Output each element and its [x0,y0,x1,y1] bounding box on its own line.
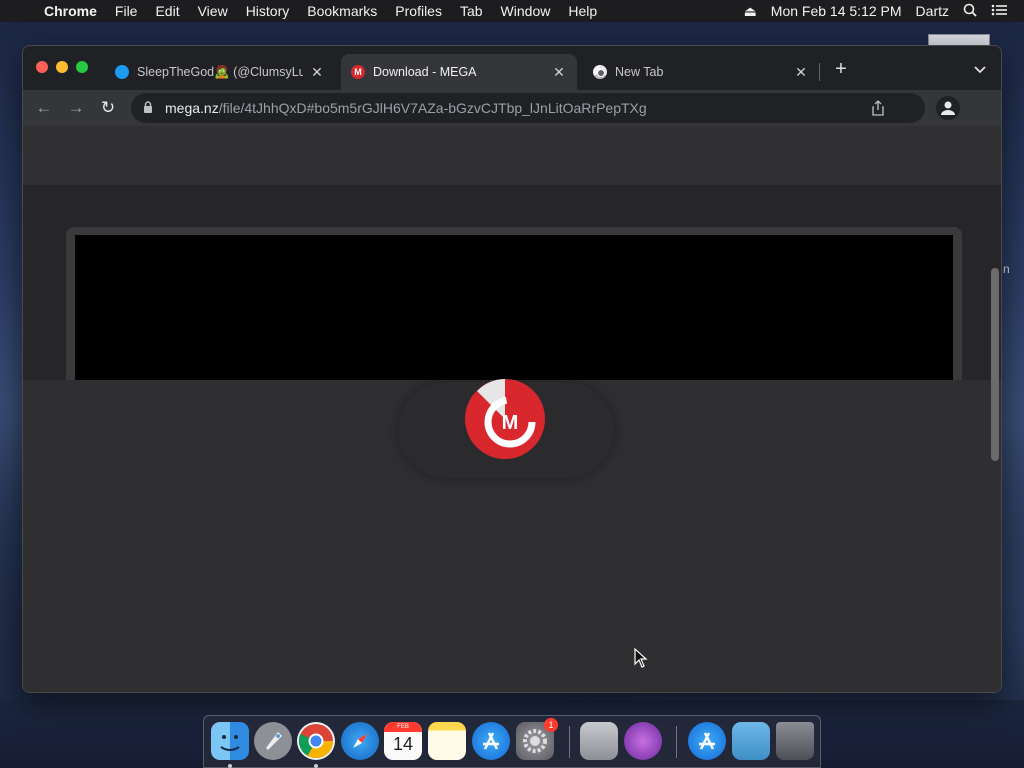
tab-search-chevron-icon[interactable] [971,60,989,78]
downloads-folder-icon[interactable] [732,722,770,760]
menu-view[interactable]: View [189,3,237,19]
calendar-month-label: FEB [397,724,409,730]
notification-badge: 1 [544,718,558,732]
menu-window[interactable]: Window [492,3,560,19]
instruments-icon[interactable] [624,722,662,760]
dock: FEB 14 1 [203,715,821,768]
menu-bar: Chrome File Edit View History Bookmarks … [0,0,1024,22]
mega-logo: M [464,378,546,460]
menu-tab[interactable]: Tab [451,3,492,19]
finder-icon[interactable] [211,722,249,760]
chrome-icon [593,65,607,79]
dock-separator [569,726,570,758]
tab-mega[interactable]: M Download - MEGA ✕ [341,54,577,90]
address-bar[interactable]: mega.nz/file/4tJhhQxD#bo5m5rGJlH6V7AZa-b… [131,93,925,123]
twitter-icon [115,65,129,79]
desktop-edge-label: n [1003,262,1010,276]
svg-text:M: M [502,412,519,434]
tab-close-icon[interactable]: ✕ [793,64,809,81]
tab-separator [819,63,820,81]
launchpad-icon[interactable] [254,722,292,760]
dock-separator [676,726,677,758]
menu-profiles[interactable]: Profiles [386,3,451,19]
disk-utility-icon[interactable] [580,722,618,760]
calendar-icon[interactable]: FEB 14 [384,722,422,760]
tab-close-icon[interactable]: ✕ [551,64,567,81]
tab-new-tab[interactable]: New Tab ✕ [583,54,819,90]
spotlight-search-icon[interactable] [956,3,984,20]
notes-icon[interactable] [428,722,466,760]
finder-running-indicator [228,764,232,768]
mega-icon: M [351,65,365,79]
menubar-user[interactable]: Dartz [909,3,956,19]
safari-icon[interactable] [341,722,379,760]
browser-toolbar: ← → ↻ mega.nz/file/4tJhhQxD#bo5m5rGJlH6V… [23,90,1001,126]
url-path: /file/4tJhhQxD#bo5m5rGJlH6V7AZa-bGzvCJTb… [218,100,647,116]
menu-help[interactable]: Help [559,3,606,19]
trash-icon[interactable] [776,722,814,760]
menubar-clock[interactable]: Mon Feb 14 5:12 PM [764,3,909,19]
url-host: mega.nz [165,100,219,116]
window-minimize-button[interactable] [56,61,68,73]
tab-strip: SleepTheGod🧟 (@ClumsyLulz ✕ M Download -… [23,46,1001,90]
web-page: M [23,126,1001,692]
menu-edit[interactable]: Edit [146,3,188,19]
profile-avatar-icon[interactable] [936,96,960,120]
app-store-icon[interactable] [472,722,510,760]
chrome-running-indicator [314,764,318,768]
tab-title: Download - MEGA [373,65,477,79]
file-preview-area[interactable] [75,235,953,381]
new-tab-button[interactable]: + [831,58,851,82]
tab-close-icon[interactable]: ✕ [309,64,325,81]
chrome-dock-icon[interactable] [297,722,335,760]
reload-icon[interactable]: ↻ [96,96,120,120]
menu-file[interactable]: File [106,3,147,19]
menu-history[interactable]: History [237,3,299,19]
mega-page-header [23,126,1001,185]
forward-arrow-icon[interactable]: → [64,96,88,120]
lock-icon[interactable] [143,100,155,116]
app-store-folder-icon[interactable] [688,722,726,760]
menu-app-name[interactable]: Chrome [40,3,106,19]
window-close-button[interactable] [36,61,48,73]
tab-twitter[interactable]: SleepTheGod🧟 (@ClumsyLulz ✕ [105,54,335,90]
calendar-day-label: 14 [392,734,414,754]
share-icon[interactable] [871,100,885,116]
page-scrollbar[interactable] [991,268,999,461]
back-arrow-icon[interactable]: ← [32,96,56,120]
control-center-icon[interactable] [984,3,1014,19]
tab-title: SleepTheGod🧟 (@ClumsyLulz [137,64,303,79]
window-zoom-button[interactable] [76,61,88,73]
eject-icon[interactable]: ⏏ [737,3,764,20]
tab-title: New Tab [615,65,664,79]
chrome-window: SleepTheGod🧟 (@ClumsyLulz ✕ M Download -… [22,45,1002,693]
menu-bookmarks[interactable]: Bookmarks [298,3,386,19]
mouse-cursor-icon [634,647,648,668]
